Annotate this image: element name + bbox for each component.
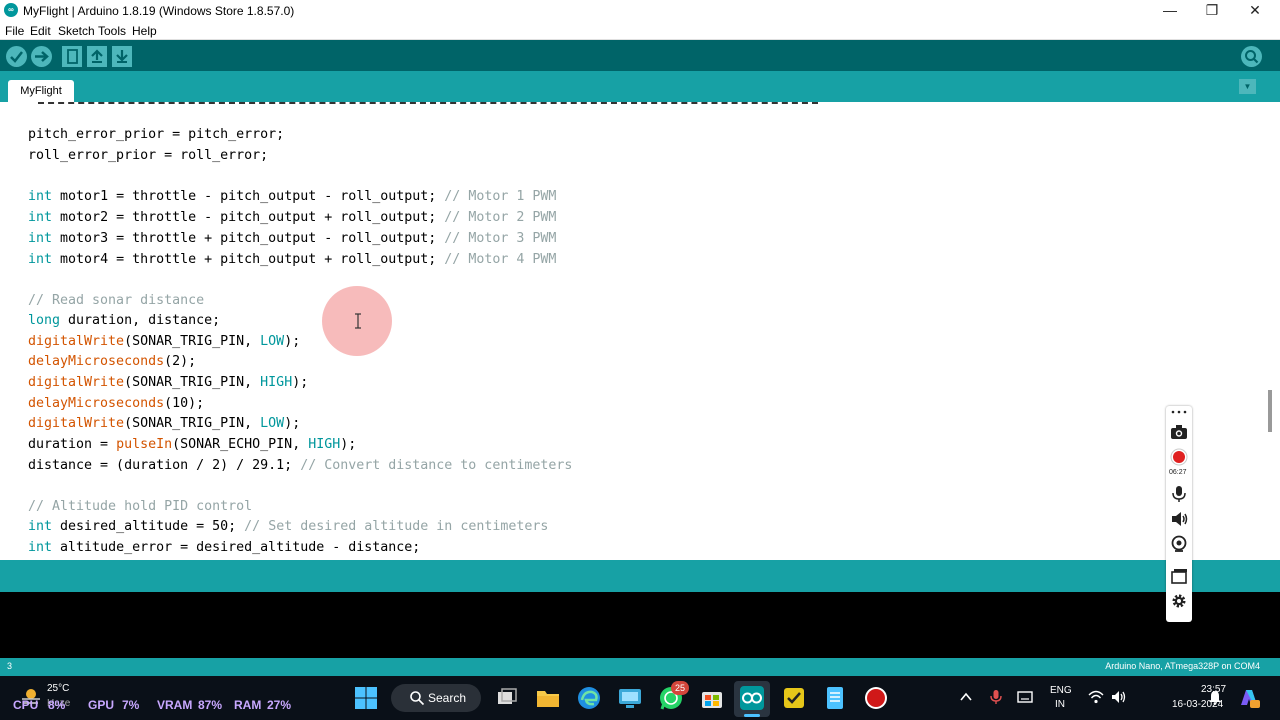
edge-browser-icon[interactable] [576, 685, 602, 711]
microphone-icon[interactable] [1170, 485, 1188, 503]
menu-edit[interactable]: Edit [30, 24, 51, 38]
console-output [0, 592, 1280, 658]
code-line-12: delayMicroseconds(2); [28, 354, 197, 369]
settings-gear-icon[interactable] [1170, 592, 1188, 610]
tab-myflight[interactable]: MyFlight [8, 80, 74, 102]
menu-help[interactable]: Help [132, 24, 157, 38]
code-line-13: digitalWrite(SONAR_TRIG_PIN, HIGH); [28, 375, 309, 390]
new-button[interactable] [62, 46, 82, 67]
code-line-11: digitalWrite(SONAR_TRIG_PIN, LOW); [28, 334, 301, 349]
code-line-10: long duration, distance; [28, 313, 221, 328]
whatsapp-notification-badge: 25 [671, 681, 689, 695]
upload-button[interactable] [31, 46, 52, 67]
task-view-icon[interactable] [494, 685, 520, 711]
microsoft-store-icon[interactable] [699, 685, 725, 711]
recording-time: 06:27 [1169, 469, 1187, 476]
search-label: Search [428, 691, 467, 705]
ram-value: 27% [267, 698, 292, 712]
code-line-9: // Read sonar distance [28, 293, 205, 308]
file-explorer-icon[interactable] [535, 685, 561, 711]
code-line-2: roll_error_prior = roll_error; [28, 148, 269, 163]
volume-icon[interactable] [1111, 689, 1127, 705]
copilot-icon[interactable] [1236, 685, 1262, 711]
menu-tools[interactable]: Tools [98, 24, 126, 38]
verify-button[interactable] [6, 46, 27, 67]
active-app-indicator [744, 714, 760, 717]
cpu-value: 8% [48, 698, 66, 712]
screen-recorder-icon[interactable] [863, 685, 889, 711]
board-info: Arduino Nano, ATmega328P on COM4 [1105, 661, 1260, 671]
windows-start-icon[interactable] [353, 685, 379, 711]
code-line-7: int motor4 = throttle + pitch_output + r… [28, 252, 557, 267]
code-line-21: int altitude_error = desired_altitude - … [28, 540, 421, 555]
maximize-button[interactable]: ❐ [1192, 0, 1232, 20]
title-bar: ∞ MyFlight | Arduino 1.8.19 (Windows Sto… [0, 0, 1280, 20]
menu-bar: File Edit Sketch Tools Help [0, 20, 1280, 40]
todo-check-icon[interactable] [781, 685, 807, 711]
tab-menu-button[interactable]: ▼ [1239, 79, 1256, 94]
upload-icon [35, 51, 49, 62]
camera-icon[interactable] [1170, 423, 1188, 441]
webcam-icon[interactable] [1170, 535, 1188, 553]
code-line-6: int motor3 = throttle + pitch_output - r… [28, 231, 557, 246]
status-bar [0, 658, 1280, 676]
code-line-14: delayMicroseconds(10); [28, 396, 205, 411]
close-button[interactable]: ✕ [1235, 0, 1275, 20]
arduino-app-icon: ∞ [4, 3, 18, 17]
chevron-up-icon[interactable] [958, 689, 974, 705]
weather-temperature: 25°C [47, 683, 70, 694]
vram-value: 87% [198, 698, 223, 712]
menu-file[interactable]: File [5, 24, 24, 38]
vram-label: VRAM [157, 698, 193, 712]
desktop-app-icon[interactable] [617, 685, 643, 711]
display-tray-icon[interactable] [1017, 689, 1033, 705]
tab-bar [0, 71, 1280, 102]
save-button[interactable] [112, 46, 132, 67]
code-line-5: int motor2 = throttle - pitch_output + r… [28, 210, 557, 225]
code-line-4: int motor1 = throttle - pitch_output - r… [28, 189, 557, 204]
code-line-1: pitch_error_prior = pitch_error; [28, 127, 285, 142]
microphone-tray-icon[interactable] [988, 689, 1004, 705]
code-editor[interactable]: pitch_error_prior = pitch_error; roll_er… [0, 102, 1280, 560]
notification-bell-icon[interactable] [1207, 689, 1223, 705]
new-icon [67, 49, 78, 64]
text-cursor-icon [355, 313, 361, 329]
gpu-value: 7% [122, 698, 140, 712]
arduino-icon [740, 686, 764, 710]
open-button[interactable] [87, 46, 107, 67]
language-indicator[interactable]: ENG [1050, 685, 1072, 696]
partial-code-line [38, 102, 818, 104]
code-line-17: distance = (duration / 2) / 29.1; // Con… [28, 458, 573, 473]
line-number: 3 [7, 661, 13, 671]
editor-scrollbar[interactable] [1268, 390, 1272, 432]
wifi-icon[interactable] [1088, 689, 1104, 705]
search-icon [410, 691, 425, 706]
ram-label: RAM [234, 698, 262, 712]
gpu-label: GPU [88, 698, 115, 712]
code-line-19: // Altitude hold PID control [28, 499, 253, 514]
window-title: MyFlight | Arduino 1.8.19 (Windows Store… [23, 4, 295, 18]
code-line-20: int desired_altitude = 50; // Set desire… [28, 519, 549, 534]
verify-icon [10, 51, 23, 63]
menu-sketch[interactable]: Sketch [58, 24, 95, 38]
serial-monitor-button[interactable] [1241, 46, 1262, 67]
toolbar [0, 40, 1280, 71]
window-capture-icon[interactable] [1170, 567, 1188, 585]
message-area [0, 560, 1280, 592]
minimize-button[interactable]: — [1150, 0, 1190, 20]
code-line-16: duration = pulseIn(SONAR_ECHO_PIN, HIGH)… [28, 437, 357, 452]
record-icon[interactable] [1170, 448, 1188, 466]
save-icon [116, 50, 128, 63]
open-icon [91, 49, 103, 63]
speaker-icon[interactable] [1170, 510, 1188, 528]
code-line-15: digitalWrite(SONAR_TRIG_PIN, LOW); [28, 416, 301, 431]
cpu-label: CPU [13, 698, 39, 712]
notepad-icon[interactable] [822, 685, 848, 711]
serial-monitor-icon [1245, 50, 1259, 64]
language-region: IN [1055, 699, 1065, 710]
